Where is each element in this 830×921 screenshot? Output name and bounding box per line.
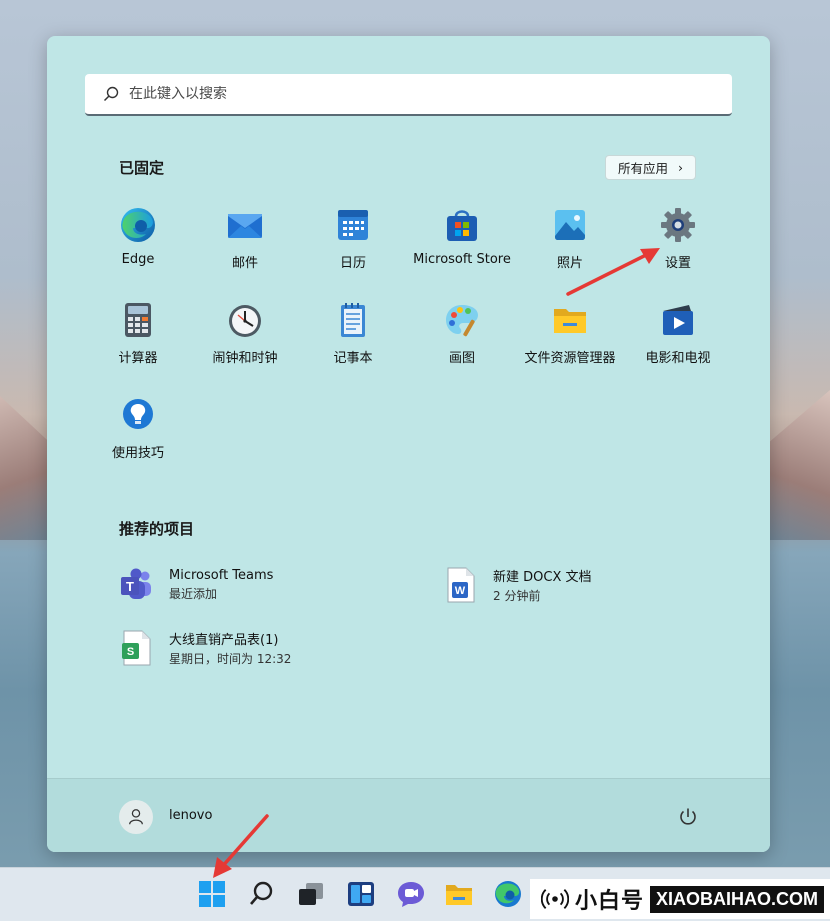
pinned-app-label: 闹钟和时钟 [212,351,278,366]
pinned-section-title: 已固定 [119,159,165,177]
power-icon [680,808,696,825]
user-icon [129,809,143,825]
recommended-item-subtitle: 星期日，时间为 12:32 [169,652,292,666]
pinned-app-microsoft-store[interactable]: Microsoft Store [409,206,515,267]
recommended-item-teams[interactable]: T Microsoft Teams 最近添加 [119,566,273,604]
pinned-app-label: Edge [121,252,155,267]
pinned-app-file-explorer[interactable]: 文件资源管理器 [517,301,623,366]
pinned-app-label: 邮件 [231,256,258,271]
file-explorer-icon[interactable] [444,879,474,909]
broadcast-icon [540,889,569,909]
edge-icon [119,206,157,244]
pinned-app-label: 使用技巧 [111,446,164,461]
paint-palette-icon [443,301,481,339]
pinned-app-label: 照片 [556,256,583,271]
pinned-app-label: Microsoft Store [413,252,511,267]
watermark-text-cn: 小白号 [574,889,644,914]
pinned-app-label: 计算器 [118,351,158,366]
chevron-right-icon: › [678,160,683,175]
spreadsheet-icon: S [119,629,153,667]
pinned-app-mail[interactable]: 邮件 [192,206,298,271]
pinned-app-calendar[interactable]: 日历 [300,206,406,271]
folder-icon [551,301,589,339]
calculator-icon [119,301,157,339]
svg-text:W: W [455,585,466,597]
pinned-app-label: 画图 [448,351,475,366]
movies-tv-icon [659,301,697,339]
pinned-app-calculator[interactable]: 计算器 [85,301,191,366]
search-icon [103,86,119,102]
pinned-app-label: 电影和电视 [645,351,711,366]
notepad-icon [334,301,372,339]
clock-icon [226,301,264,339]
power-button[interactable] [677,806,699,828]
search-input[interactable] [129,86,689,102]
svg-text:S: S [127,646,134,658]
recommended-section-title: 推荐的项目 [119,520,195,538]
recommended-item-spreadsheet[interactable]: S 大线直销产品表(1) 星期日，时间为 12:32 [119,629,291,667]
pinned-app-label: 日历 [339,256,366,271]
start-menu: 已固定 所有应用 › Edge [47,36,770,852]
pinned-app-paint[interactable]: 画图 [409,301,515,366]
watermark-text-en: XIAOBAIHAO.COM [650,885,824,913]
pinned-app-label: 文件资源管理器 [524,351,616,366]
pinned-app-label: 记事本 [333,351,373,366]
pinned-app-edge[interactable]: Edge [85,206,191,267]
all-apps-label: 所有应用 [617,161,668,176]
pinned-app-photos[interactable]: 照片 [517,206,623,271]
user-avatar[interactable] [119,800,153,834]
edge-icon[interactable] [493,879,523,909]
search-icon[interactable] [246,879,276,909]
windows-start-icon[interactable] [197,879,227,909]
word-doc-icon: W [443,566,477,604]
task-view-icon[interactable] [296,879,326,909]
svg-text:T: T [126,579,134,594]
recommended-item-name: Microsoft Teams [169,568,274,583]
widgets-icon[interactable] [346,879,376,909]
watermark-badge: 小白号 XIAOBAIHAO.COM [530,879,830,919]
pinned-app-settings[interactable]: 设置 [625,206,731,271]
chat-icon[interactable] [396,879,426,909]
calendar-icon [334,206,372,244]
pinned-app-movies-tv[interactable]: 电影和电视 [625,301,731,366]
pinned-app-notepad[interactable]: 记事本 [300,301,406,366]
settings-gear-icon [659,206,697,244]
search-box[interactable] [85,74,732,116]
wallpaper-hills-right [760,390,830,540]
recommended-item-subtitle: 最近添加 [169,587,218,601]
recommended-item-docx[interactable]: W 新建 DOCX 文档 2 分钟前 [443,566,592,604]
recommended-item-name: 大线直销产品表(1) [169,633,279,648]
photos-icon [551,206,589,244]
store-icon [443,206,481,244]
mail-icon [226,206,264,244]
tips-lightbulb-icon [119,396,157,434]
start-menu-footer [47,778,770,852]
user-name: lenovo [169,808,213,823]
pinned-app-tips[interactable]: 使用技巧 [85,396,191,461]
all-apps-button[interactable]: 所有应用 › [605,155,696,180]
teams-icon: T [119,566,153,604]
pinned-app-label: 设置 [664,256,691,271]
pinned-app-clock[interactable]: 闹钟和时钟 [192,301,298,366]
recommended-item-name: 新建 DOCX 文档 [493,570,592,585]
recommended-item-subtitle: 2 分钟前 [493,589,541,603]
